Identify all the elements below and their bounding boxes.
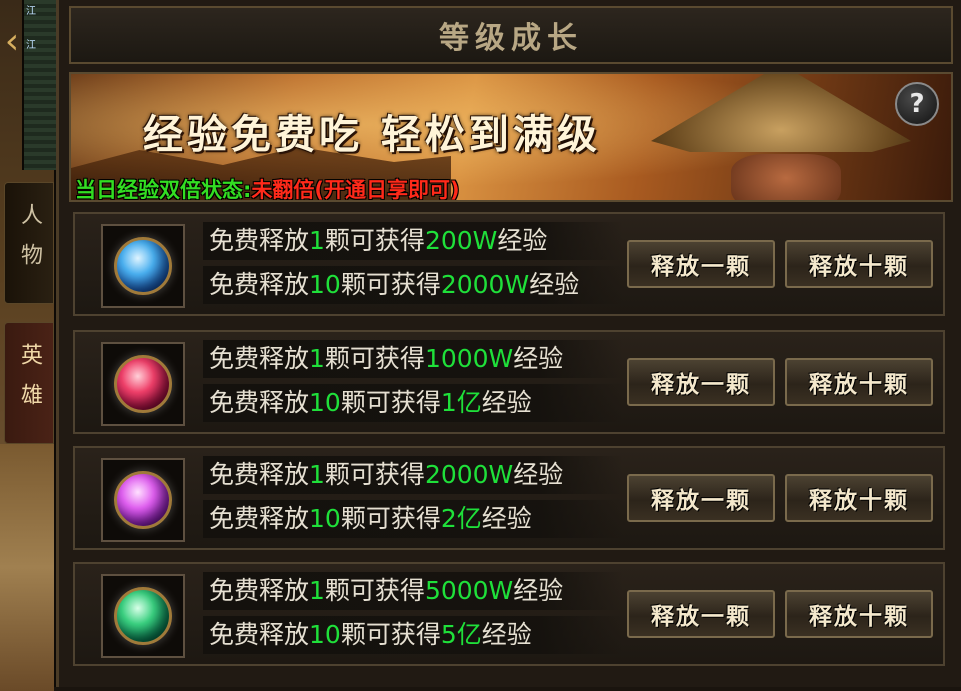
- tab-character-label: 人物: [17, 203, 42, 283]
- exp-orb-row: 免费释放1颗可获得2000W经验 免费释放10颗可获得2亿经验 释放一颗 释放十…: [73, 446, 945, 550]
- red-orb-icon: [114, 355, 172, 413]
- reward-line: 免费释放1颗可获得200W经验: [203, 222, 623, 260]
- reward-line: 免费释放1颗可获得1000W经验: [203, 340, 623, 378]
- help-icon[interactable]: ?: [895, 82, 939, 126]
- release-ten-button[interactable]: 释放十颗: [785, 474, 933, 522]
- release-ten-button[interactable]: 释放十颗: [785, 590, 933, 638]
- banner-slogan: 经验免费吃 轻松到满级: [143, 111, 601, 158]
- orb-slot[interactable]: [101, 458, 185, 542]
- tab-character[interactable]: 人物: [4, 182, 54, 304]
- minimap-label: 江: [26, 40, 36, 51]
- double-exp-status: 当日经验双倍状态:未翻倍(开通日享即可): [75, 174, 460, 202]
- reward-line: 免费释放1颗可获得2000W经验: [203, 456, 623, 494]
- status-label: 当日经验双倍状态:: [75, 178, 252, 202]
- page-title: 等级成长: [439, 21, 583, 56]
- title-bar: 等级成长: [69, 6, 953, 64]
- release-ten-button[interactable]: 释放十颗: [785, 240, 933, 288]
- green-orb-icon: [114, 587, 172, 645]
- orb-slot[interactable]: [101, 574, 185, 658]
- exp-orb-row: 免费释放1颗可获得1000W经验 免费释放10颗可获得1亿经验 释放一颗 释放十…: [73, 330, 945, 434]
- warrior-face-art: [731, 154, 841, 200]
- release-one-button[interactable]: 释放一颗: [627, 474, 775, 522]
- reward-line: 免费释放10颗可获得2亿经验: [203, 500, 623, 538]
- orb-slot[interactable]: [101, 224, 185, 308]
- blue-orb-icon: [114, 237, 172, 295]
- minimap-label: 江: [26, 6, 36, 17]
- tab-hero-label: 英雄: [17, 343, 42, 423]
- reward-line: 免费释放1颗可获得5000W经验: [203, 572, 623, 610]
- level-growth-panel: 等级成长 经验免费吃 轻松到满级 当日经验双倍状态:未翻倍(开通日享即可) ? …: [56, 0, 961, 687]
- reward-line: 免费释放10颗可获得2000W经验: [203, 266, 623, 304]
- release-one-button[interactable]: 释放一颗: [627, 358, 775, 406]
- promo-banner: 经验免费吃 轻松到满级 当日经验双倍状态:未翻倍(开通日享即可) ?: [69, 72, 953, 202]
- collapse-arrow-icon[interactable]: ‹: [2, 12, 22, 72]
- exp-orb-row: 免费释放1颗可获得200W经验 免费释放10颗可获得2000W经验 释放一颗 释…: [73, 212, 945, 316]
- game-side-strip: 江 江 ‹ 人物 英雄: [0, 0, 56, 691]
- game-background: [0, 444, 54, 691]
- release-one-button[interactable]: 释放一颗: [627, 590, 775, 638]
- purple-orb-icon: [114, 471, 172, 529]
- release-one-button[interactable]: 释放一颗: [627, 240, 775, 288]
- reward-line: 免费释放10颗可获得5亿经验: [203, 616, 623, 654]
- status-value: 未翻倍(开通日享即可): [251, 178, 460, 202]
- tab-hero[interactable]: 英雄: [4, 322, 54, 444]
- orb-slot[interactable]: [101, 342, 185, 426]
- reward-line: 免费释放10颗可获得1亿经验: [203, 384, 623, 422]
- exp-orb-row: 免费释放1颗可获得5000W经验 免费释放10颗可获得5亿经验 释放一颗 释放十…: [73, 562, 945, 666]
- minimap[interactable]: [22, 0, 56, 170]
- release-ten-button[interactable]: 释放十颗: [785, 358, 933, 406]
